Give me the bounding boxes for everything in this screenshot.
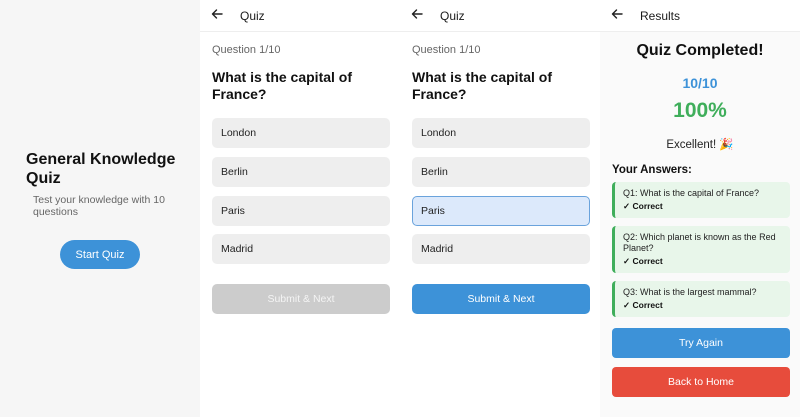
question-counter: Question 1/10 (412, 44, 481, 56)
answer-card: Q2: Which planet is known as the Red Pla… (612, 226, 790, 273)
answer-status: ✓ Correct (623, 300, 663, 310)
answer-question: Q1: What is the capital of France? (623, 188, 760, 198)
app-bar: Quiz (400, 0, 600, 32)
option-london[interactable]: London (212, 118, 390, 148)
answer-status: ✓ Correct (623, 201, 663, 211)
result-message: Excellent! 🎉 (666, 139, 734, 151)
completion-heading: Quiz Completed! (636, 42, 764, 59)
answer-status: ✓ Correct (623, 256, 663, 266)
option-paris-selected[interactable]: Paris (412, 196, 590, 226)
quiz-title: General Knowledge Quiz (26, 151, 176, 187)
results-screen: Results Quiz Completed! 10/10 100% Excel… (600, 0, 800, 417)
back-to-home-button[interactable]: Back to Home (612, 367, 790, 397)
option-berlin[interactable]: Berlin (412, 157, 590, 187)
submit-next-button[interactable]: Submit & Next (412, 284, 590, 314)
arrow-left-icon[interactable] (410, 7, 424, 21)
option-berlin[interactable]: Berlin (212, 157, 390, 187)
option-london[interactable]: London (412, 118, 590, 148)
option-madrid[interactable]: Madrid (412, 234, 590, 264)
arrow-left-icon[interactable] (610, 7, 624, 21)
option-paris[interactable]: Paris (212, 196, 390, 226)
option-madrid[interactable]: Madrid (212, 234, 390, 264)
app-bar-title: Quiz (240, 9, 265, 23)
submit-next-button[interactable]: Submit & Next (212, 284, 390, 314)
app-bar: Results (600, 0, 800, 32)
question-text: What is the capital of France? (212, 69, 353, 102)
quiz-subtitle: Test your knowledge with 10 questions (33, 194, 165, 218)
quiz-screen-selected: Quiz Question 1/10 What is the capital o… (400, 0, 600, 417)
quiz-screen-unselected: Quiz Question 1/10 What is the capital o… (200, 0, 400, 417)
answer-question: Q2: Which planet is known as the Red Pla… (623, 232, 776, 253)
answers-heading: Your Answers: (612, 164, 692, 176)
answer-card: Q1: What is the capital of France? ✓ Cor… (612, 182, 790, 218)
score-fraction: 10/10 (682, 75, 718, 91)
answers-list[interactable]: Q1: What is the capital of France? ✓ Cor… (612, 182, 790, 318)
answer-question: Q3: What is the largest mammal? (623, 287, 757, 297)
home-screen: General Knowledge Quiz Test your knowled… (0, 0, 200, 417)
app-bar: Quiz (200, 0, 400, 32)
question-text: What is the capital of France? (412, 69, 553, 102)
start-quiz-button[interactable]: Start Quiz (60, 240, 140, 269)
app-bar-title: Quiz (440, 9, 465, 23)
arrow-left-icon[interactable] (210, 7, 224, 21)
app-bar-title: Results (640, 9, 681, 23)
score-percent: 100% (673, 99, 727, 122)
question-counter: Question 1/10 (212, 44, 281, 56)
try-again-button[interactable]: Try Again (612, 328, 790, 358)
answer-card: Q3: What is the largest mammal? ✓ Correc… (612, 281, 790, 317)
